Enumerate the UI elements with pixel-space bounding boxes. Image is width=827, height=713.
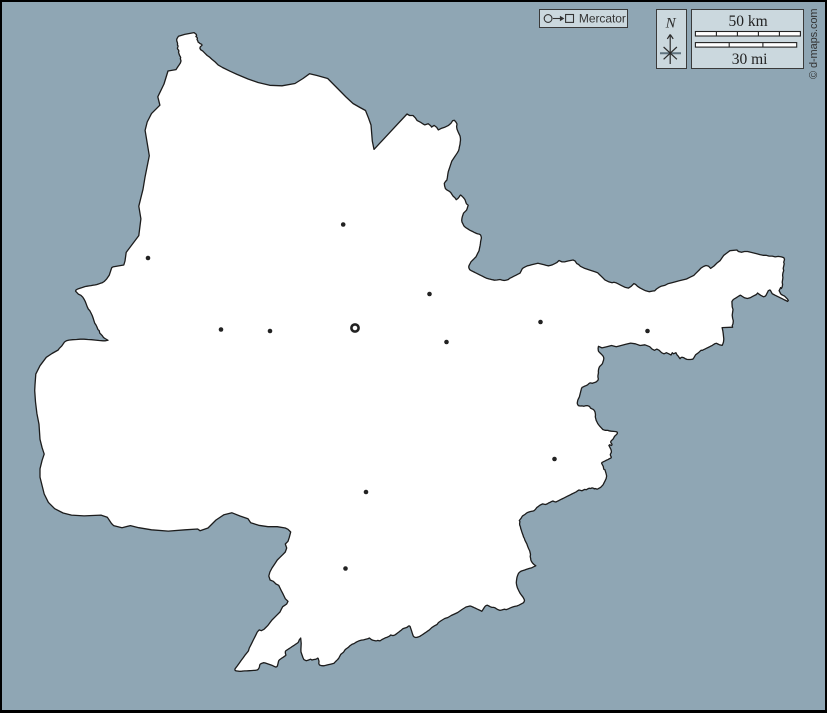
svg-text:Mercator: Mercator: [579, 12, 626, 26]
svg-text:50 km: 50 km: [729, 13, 768, 30]
svg-text:30 mi: 30 mi: [732, 51, 768, 68]
svg-text:N: N: [665, 16, 677, 32]
